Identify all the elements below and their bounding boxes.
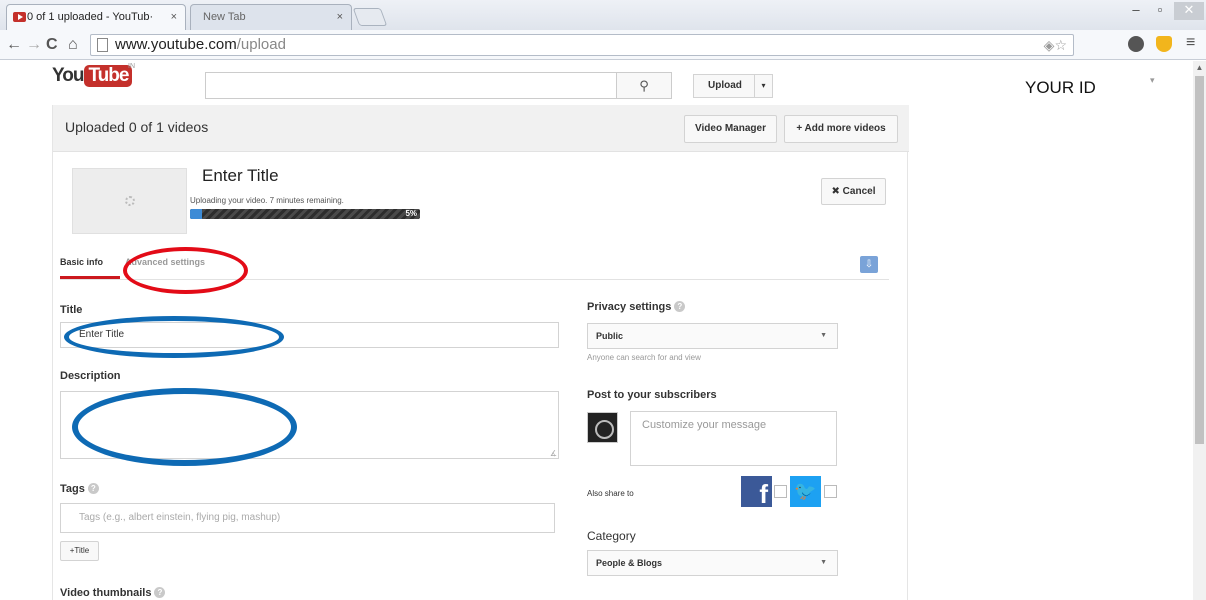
chevron-down-icon[interactable]: ▾ xyxy=(754,75,772,97)
hand-extension-icon[interactable] xyxy=(1156,36,1172,52)
category-label: Category xyxy=(587,529,636,543)
help-icon[interactable]: ? xyxy=(87,483,99,494)
logo-tube-text: Tube xyxy=(84,65,133,87)
tab-youtube-upload[interactable]: 0 of 1 uploaded - YouTub· × xyxy=(6,4,186,30)
back-arrow-icon[interactable]: ← xyxy=(6,34,22,56)
page-icon xyxy=(97,38,108,52)
progress-fill xyxy=(190,209,202,219)
category-value: People & Blogs xyxy=(596,558,663,568)
video-thumbnail-placeholder xyxy=(72,168,187,234)
tab-close-icon[interactable]: × xyxy=(337,5,343,29)
resize-handle-icon[interactable]: ∡ xyxy=(550,449,557,458)
scroll-thumb[interactable] xyxy=(1195,76,1204,444)
search-icon: ⚲ xyxy=(639,78,649,93)
new-tab-button[interactable] xyxy=(352,8,388,26)
maximize-button[interactable]: ▫ xyxy=(1150,2,1170,20)
twitter-icon: 🐦 xyxy=(790,476,821,507)
import-icon[interactable]: ⇩ xyxy=(860,256,878,273)
minimize-button[interactable]: – xyxy=(1126,2,1146,20)
account-chevron-icon[interactable]: ▾ xyxy=(1150,75,1155,86)
tab-close-icon[interactable]: × xyxy=(171,5,177,29)
home-icon[interactable]: ⌂ xyxy=(68,34,78,56)
upload-status: Uploading your video. 7 minutes remainin… xyxy=(190,196,344,205)
chrome-menu-icon[interactable]: ≡ xyxy=(1186,34,1195,52)
add-more-videos-button[interactable]: + Add more videos xyxy=(784,115,898,143)
annotation-ring-description xyxy=(72,388,297,466)
privacy-label-text: Privacy settings xyxy=(587,301,672,313)
annotation-ring-advanced-settings xyxy=(123,247,248,294)
facebook-icon: f xyxy=(741,476,772,507)
close-window-button[interactable]: ✕ xyxy=(1174,2,1204,20)
upload-panel-header: Uploaded 0 of 1 videos Video Manager + A… xyxy=(53,105,909,152)
upload-progress-bar: 5% xyxy=(190,209,420,219)
channel-avatar xyxy=(587,412,618,443)
page-scrollbar[interactable]: ▲ xyxy=(1193,61,1206,600)
cancel-button[interactable]: ✖ Cancel xyxy=(821,178,886,205)
forward-arrow-icon[interactable]: → xyxy=(26,34,42,56)
upload-count: Uploaded 0 of 1 videos xyxy=(65,119,209,135)
add-title-tag-button[interactable]: +Title xyxy=(60,541,99,561)
privacy-value: Public xyxy=(596,331,624,341)
screen: 0 of 1 uploaded - YouTub· × New Tab × – … xyxy=(0,0,1206,600)
video-thumbnails-label: Video thumbnails? xyxy=(60,587,166,599)
logo-you-text: You xyxy=(52,65,85,86)
youtube-logo[interactable]: You Tube IN xyxy=(52,63,135,91)
bookmark-star-icon[interactable]: ◈☆ xyxy=(1044,35,1067,55)
category-select[interactable]: People & Blogs ▼ xyxy=(587,550,838,576)
tags-label-text: Tags xyxy=(60,483,85,495)
browser-toolbar: ← → C ⌂ www.youtube.com/upload ◈☆ ≡ xyxy=(0,30,1206,60)
title-label: Title xyxy=(60,304,83,316)
video-title: Enter Title xyxy=(202,166,279,185)
youtube-header: You Tube IN ⚲ Upload ▾ YOUR ID ▾ xyxy=(0,61,1206,111)
tab-new-tab[interactable]: New Tab × xyxy=(190,4,352,30)
account-name[interactable]: YOUR ID xyxy=(1015,71,1145,111)
tags-input[interactable]: Tags (e.g., albert einstein, flying pig,… xyxy=(60,503,555,533)
progress-percent: 5% xyxy=(405,209,417,218)
browser-tabstrip: 0 of 1 uploaded - YouTub· × New Tab × – … xyxy=(0,0,1206,30)
help-icon[interactable]: ? xyxy=(154,587,166,598)
scroll-up-icon[interactable]: ▲ xyxy=(1193,61,1206,75)
search-input[interactable] xyxy=(205,72,617,99)
tab-label: New Tab xyxy=(203,11,246,23)
chevron-down-icon: ▼ xyxy=(820,332,827,339)
logo-region: IN xyxy=(128,63,135,70)
privacy-help-text: Anyone can search for and view xyxy=(587,353,701,362)
twitter-share-checkbox[interactable] xyxy=(824,485,837,498)
privacy-select[interactable]: Public ▼ xyxy=(587,323,838,349)
tab-basic-info[interactable]: Basic info xyxy=(60,257,103,267)
upload-button[interactable]: Upload ▾ xyxy=(693,74,773,98)
help-icon[interactable]: ? xyxy=(674,301,686,312)
video-manager-button[interactable]: Video Manager xyxy=(684,115,777,143)
also-share-to-label: Also share to xyxy=(587,489,634,498)
chevron-down-icon: ▼ xyxy=(820,559,827,566)
tags-label: Tags? xyxy=(60,483,99,495)
post-to-subscribers-label: Post to your subscribers xyxy=(587,389,717,401)
reload-icon[interactable]: C xyxy=(46,34,58,56)
facebook-share-checkbox[interactable] xyxy=(774,485,787,498)
url-host: www.youtube.com xyxy=(115,36,237,53)
extension-icon[interactable] xyxy=(1128,36,1144,52)
subscriber-message-input[interactable]: Customize your message xyxy=(630,411,837,466)
thumbnails-label-text: Video thumbnails xyxy=(60,587,152,599)
tab-label: 0 of 1 uploaded - YouTub· xyxy=(27,11,154,23)
description-label: Description xyxy=(60,370,121,382)
search-button[interactable]: ⚲ xyxy=(616,72,672,99)
loading-spinner-icon xyxy=(125,196,135,206)
youtube-favicon-icon xyxy=(13,12,26,22)
url-path: /upload xyxy=(236,36,286,53)
upload-label: Upload xyxy=(708,80,742,91)
annotation-ring-title xyxy=(64,316,284,358)
privacy-settings-label: Privacy settings? xyxy=(587,301,686,313)
address-bar[interactable]: www.youtube.com/upload ◈☆ xyxy=(90,34,1074,56)
